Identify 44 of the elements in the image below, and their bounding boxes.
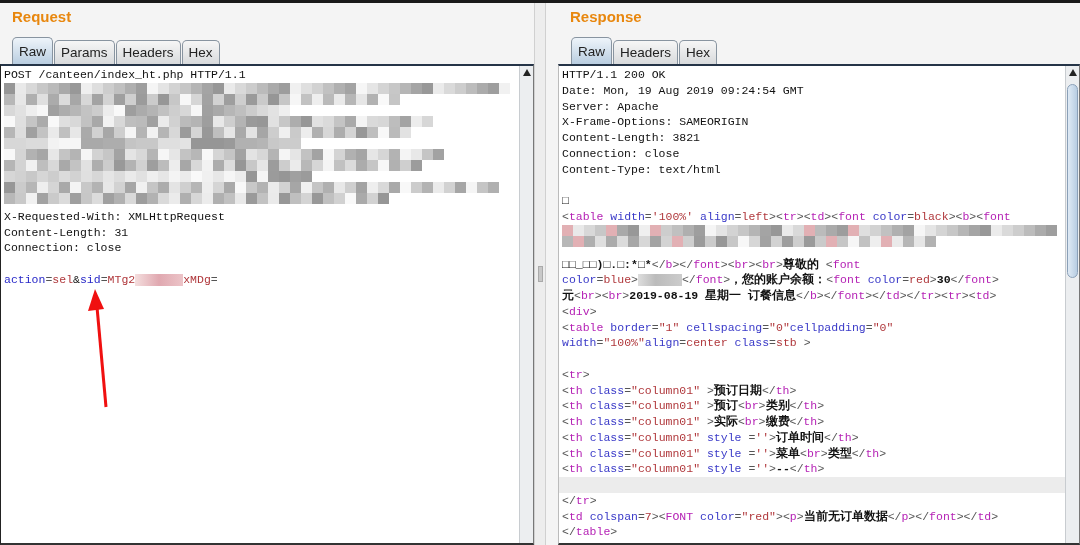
tab[interactable]: Params — [54, 40, 115, 64]
header-line: Content-Length: 3821 — [562, 130, 702, 146]
code-line: </table> — [562, 524, 619, 540]
header-line: Date: Mon, 19 Aug 2019 09:24:54 GMT — [562, 82, 805, 99]
scroll-up-icon[interactable] — [522, 69, 531, 76]
response-title: Response — [569, 7, 643, 27]
code-line: <th class="column01" >预订日期</th> — [562, 382, 798, 399]
tab[interactable]: Headers — [115, 40, 181, 64]
request-title: Request — [11, 7, 73, 27]
header-line: Content-Length: 31 — [4, 224, 130, 241]
tab[interactable]: Raw — [12, 37, 53, 64]
header-line: Connection: close — [4, 240, 123, 256]
header-line: Content-Type: text/html — [562, 161, 722, 178]
code-line: <div> — [562, 303, 598, 320]
header-line: X-Frame-Options: SAMEORIGIN — [562, 114, 750, 130]
header-line: HTTP/1.1 200 OK — [562, 67, 667, 83]
code-line: <th class="column01" >实际<br>缴费</th> — [562, 414, 826, 430]
header-line: Server: Apache — [562, 98, 660, 115]
code-line: <td colspan=7><FONT color="red"><p>当前无订单数据</p></font></td> — [562, 508, 1000, 525]
code-line: 元<br><br>2019-08-19 星期一 订餐信息</b></font></td></tr><tr><td> — [562, 288, 998, 304]
code-line: □ — [562, 193, 570, 209]
code-line: <th class="column01" style =''>订单时间</th> — [562, 429, 860, 446]
header-line: POST /canteen/index_ht.php HTTP/1.1 — [4, 67, 247, 83]
tab[interactable]: Hex — [679, 40, 718, 64]
header-line: X-Requested-With: XMLHttpRequest — [4, 208, 226, 225]
tab[interactable]: Headers — [613, 40, 679, 64]
code-line: □□_□□)□.□:*□*</b></font><br><br>尊敬的 <font — [562, 256, 862, 272]
tab[interactable]: Hex — [181, 40, 220, 64]
code-line: <table width='100%' align=left><tr><td><font color=black><b><font — [562, 208, 1012, 225]
code-line: color=blue> </font>，您的账户余额：<font color=red>30</font> — [562, 272, 1000, 288]
code-line: <th class="column01" style =''>--</th> — [562, 461, 826, 477]
scrollbar-thumb[interactable] — [1067, 84, 1078, 278]
code-line: <tr> — [562, 366, 591, 383]
scrollbar[interactable] — [1065, 66, 1079, 543]
scroll-up-icon[interactable] — [1068, 69, 1077, 76]
code-line: width="100%"align=center class=stb > — [562, 335, 812, 351]
header-line: Connection: close — [562, 145, 681, 162]
code-line: <th class="column01" >预订<br>类别</th> — [562, 398, 826, 414]
code-line: <th class="column01" style =''>菜单<br>类型</th> — [562, 445, 888, 462]
code-line: </tr> — [562, 492, 598, 509]
tab[interactable]: Raw — [571, 37, 612, 64]
scrollbar[interactable] — [519, 66, 533, 543]
request-body: action=sel&sid=MTg2 xMDg= — [4, 271, 219, 288]
code-line: <table border="1" cellspacing="0"cellpadding="0" — [562, 319, 895, 336]
